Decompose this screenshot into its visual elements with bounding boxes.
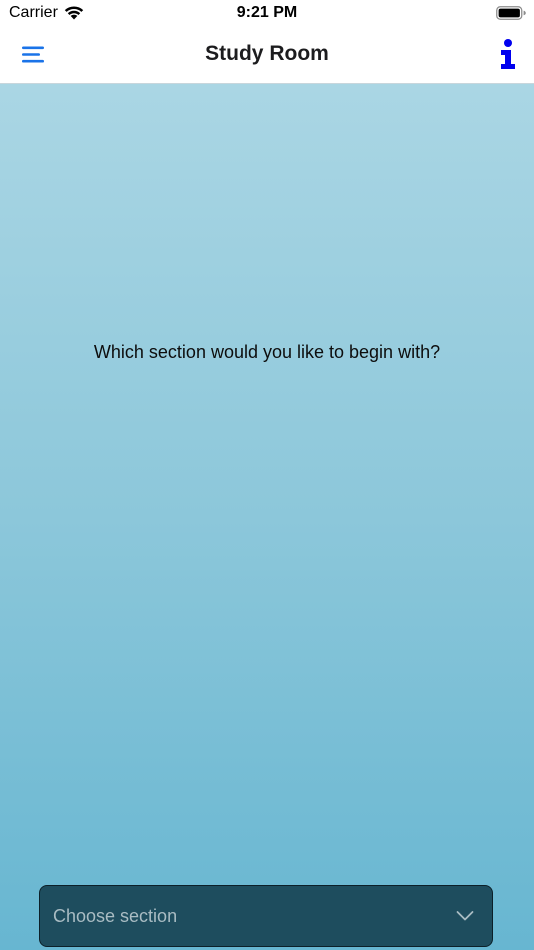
status-bar: Carrier 9:21 PM xyxy=(0,0,534,28)
navigation-bar: Study Room xyxy=(0,28,534,84)
main-content: Which section would you like to begin wi… xyxy=(0,84,534,950)
info-icon[interactable] xyxy=(496,38,520,72)
status-time: 9:21 PM xyxy=(236,4,298,21)
section-dropdown-placeholder: Choose section xyxy=(53,906,178,926)
page-title: Study Room xyxy=(205,42,329,65)
battery-icon xyxy=(496,6,526,20)
chevron-down-icon xyxy=(456,911,474,921)
app-screen: Carrier 9:21 PM Study Room Which section… xyxy=(0,0,534,950)
section-prompt: Which section would you like to begin wi… xyxy=(93,342,441,362)
section-dropdown[interactable]: Choose section xyxy=(39,885,493,947)
